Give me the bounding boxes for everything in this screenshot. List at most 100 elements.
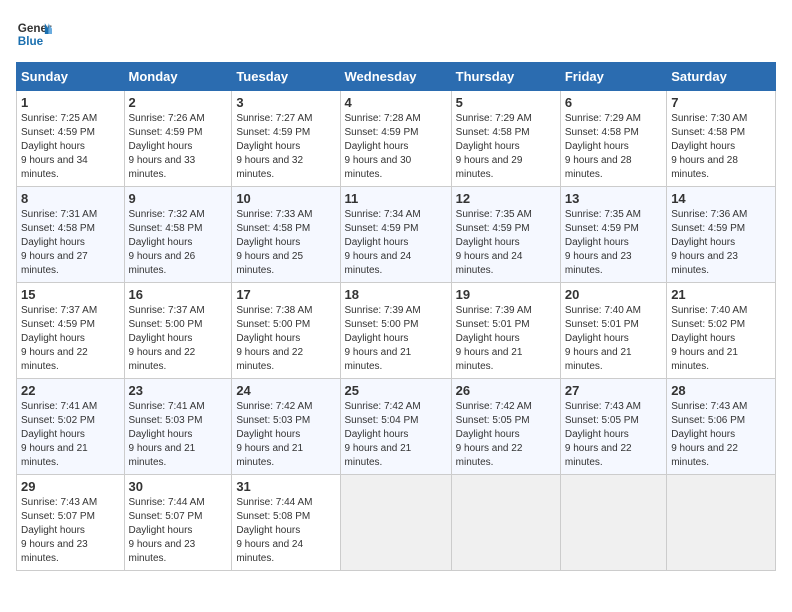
calendar-week-4: 22 Sunrise: 7:41 AMSunset: 5:02 PMDaylig… <box>17 379 776 475</box>
day-info: Sunrise: 7:35 AMSunset: 4:59 PMDaylight … <box>456 209 532 276</box>
day-info: Sunrise: 7:31 AMSunset: 4:58 PMDaylight … <box>21 209 97 276</box>
day-number: 11 <box>345 191 447 206</box>
day-number: 6 <box>565 95 662 110</box>
day-info: Sunrise: 7:32 AMSunset: 4:58 PMDaylight … <box>129 209 205 276</box>
column-header-thursday: Thursday <box>451 63 560 91</box>
calendar-cell: 21 Sunrise: 7:40 AMSunset: 5:02 PMDaylig… <box>667 283 776 379</box>
calendar-cell: 25 Sunrise: 7:42 AMSunset: 5:04 PMDaylig… <box>340 379 451 475</box>
calendar-cell: 3 Sunrise: 7:27 AMSunset: 4:59 PMDayligh… <box>232 91 340 187</box>
column-header-monday: Monday <box>124 63 232 91</box>
calendar-cell: 9 Sunrise: 7:32 AMSunset: 4:58 PMDayligh… <box>124 187 232 283</box>
calendar-cell: 7 Sunrise: 7:30 AMSunset: 4:58 PMDayligh… <box>667 91 776 187</box>
calendar-cell: 30 Sunrise: 7:44 AMSunset: 5:07 PMDaylig… <box>124 475 232 571</box>
day-info: Sunrise: 7:43 AMSunset: 5:06 PMDaylight … <box>671 401 747 468</box>
calendar-cell: 5 Sunrise: 7:29 AMSunset: 4:58 PMDayligh… <box>451 91 560 187</box>
calendar-cell: 11 Sunrise: 7:34 AMSunset: 4:59 PMDaylig… <box>340 187 451 283</box>
calendar-week-1: 1 Sunrise: 7:25 AMSunset: 4:59 PMDayligh… <box>17 91 776 187</box>
calendar-cell: 4 Sunrise: 7:28 AMSunset: 4:59 PMDayligh… <box>340 91 451 187</box>
calendar-cell: 2 Sunrise: 7:26 AMSunset: 4:59 PMDayligh… <box>124 91 232 187</box>
calendar-header: SundayMondayTuesdayWednesdayThursdayFrid… <box>17 63 776 91</box>
day-info: Sunrise: 7:36 AMSunset: 4:59 PMDaylight … <box>671 209 747 276</box>
calendar-cell: 27 Sunrise: 7:43 AMSunset: 5:05 PMDaylig… <box>560 379 666 475</box>
day-info: Sunrise: 7:42 AMSunset: 5:05 PMDaylight … <box>456 401 532 468</box>
day-number: 1 <box>21 95 120 110</box>
day-info: Sunrise: 7:39 AMSunset: 5:00 PMDaylight … <box>345 305 421 372</box>
calendar-cell: 16 Sunrise: 7:37 AMSunset: 5:00 PMDaylig… <box>124 283 232 379</box>
day-number: 23 <box>129 383 228 398</box>
day-info: Sunrise: 7:29 AMSunset: 4:58 PMDaylight … <box>565 113 641 180</box>
day-info: Sunrise: 7:27 AMSunset: 4:59 PMDaylight … <box>236 113 312 180</box>
day-number: 2 <box>129 95 228 110</box>
day-number: 16 <box>129 287 228 302</box>
day-number: 25 <box>345 383 447 398</box>
column-header-friday: Friday <box>560 63 666 91</box>
day-number: 24 <box>236 383 335 398</box>
day-info: Sunrise: 7:26 AMSunset: 4:59 PMDaylight … <box>129 113 205 180</box>
svg-text:Blue: Blue <box>18 35 44 48</box>
day-info: Sunrise: 7:42 AMSunset: 5:03 PMDaylight … <box>236 401 312 468</box>
calendar-cell: 15 Sunrise: 7:37 AMSunset: 4:59 PMDaylig… <box>17 283 125 379</box>
calendar-cell: 12 Sunrise: 7:35 AMSunset: 4:59 PMDaylig… <box>451 187 560 283</box>
day-info: Sunrise: 7:44 AMSunset: 5:07 PMDaylight … <box>129 497 205 564</box>
day-number: 26 <box>456 383 556 398</box>
day-info: Sunrise: 7:33 AMSunset: 4:58 PMDaylight … <box>236 209 312 276</box>
day-number: 22 <box>21 383 120 398</box>
day-info: Sunrise: 7:40 AMSunset: 5:02 PMDaylight … <box>671 305 747 372</box>
day-info: Sunrise: 7:30 AMSunset: 4:58 PMDaylight … <box>671 113 747 180</box>
day-number: 15 <box>21 287 120 302</box>
calendar-cell <box>667 475 776 571</box>
calendar-cell: 14 Sunrise: 7:36 AMSunset: 4:59 PMDaylig… <box>667 187 776 283</box>
day-number: 10 <box>236 191 335 206</box>
calendar-cell: 29 Sunrise: 7:43 AMSunset: 5:07 PMDaylig… <box>17 475 125 571</box>
calendar-cell <box>560 475 666 571</box>
calendar-cell: 24 Sunrise: 7:42 AMSunset: 5:03 PMDaylig… <box>232 379 340 475</box>
day-number: 20 <box>565 287 662 302</box>
calendar-week-2: 8 Sunrise: 7:31 AMSunset: 4:58 PMDayligh… <box>17 187 776 283</box>
column-header-tuesday: Tuesday <box>232 63 340 91</box>
calendar-cell: 19 Sunrise: 7:39 AMSunset: 5:01 PMDaylig… <box>451 283 560 379</box>
calendar-cell: 22 Sunrise: 7:41 AMSunset: 5:02 PMDaylig… <box>17 379 125 475</box>
calendar-cell: 8 Sunrise: 7:31 AMSunset: 4:58 PMDayligh… <box>17 187 125 283</box>
calendar-cell: 17 Sunrise: 7:38 AMSunset: 5:00 PMDaylig… <box>232 283 340 379</box>
day-number: 5 <box>456 95 556 110</box>
calendar-cell: 1 Sunrise: 7:25 AMSunset: 4:59 PMDayligh… <box>17 91 125 187</box>
logo-icon: General Blue <box>16 16 52 52</box>
day-number: 3 <box>236 95 335 110</box>
day-number: 19 <box>456 287 556 302</box>
day-info: Sunrise: 7:37 AMSunset: 4:59 PMDaylight … <box>21 305 97 372</box>
calendar-week-5: 29 Sunrise: 7:43 AMSunset: 5:07 PMDaylig… <box>17 475 776 571</box>
day-number: 8 <box>21 191 120 206</box>
calendar-table: SundayMondayTuesdayWednesdayThursdayFrid… <box>16 62 776 571</box>
day-number: 18 <box>345 287 447 302</box>
day-info: Sunrise: 7:38 AMSunset: 5:00 PMDaylight … <box>236 305 312 372</box>
day-info: Sunrise: 7:43 AMSunset: 5:05 PMDaylight … <box>565 401 641 468</box>
day-info: Sunrise: 7:40 AMSunset: 5:01 PMDaylight … <box>565 305 641 372</box>
calendar-cell: 13 Sunrise: 7:35 AMSunset: 4:59 PMDaylig… <box>560 187 666 283</box>
day-number: 30 <box>129 479 228 494</box>
logo: General Blue <box>16 16 52 52</box>
calendar-cell: 18 Sunrise: 7:39 AMSunset: 5:00 PMDaylig… <box>340 283 451 379</box>
day-number: 13 <box>565 191 662 206</box>
day-info: Sunrise: 7:41 AMSunset: 5:03 PMDaylight … <box>129 401 205 468</box>
day-info: Sunrise: 7:28 AMSunset: 4:59 PMDaylight … <box>345 113 421 180</box>
day-number: 21 <box>671 287 771 302</box>
day-number: 29 <box>21 479 120 494</box>
day-number: 9 <box>129 191 228 206</box>
column-header-sunday: Sunday <box>17 63 125 91</box>
calendar-cell: 10 Sunrise: 7:33 AMSunset: 4:58 PMDaylig… <box>232 187 340 283</box>
header: General Blue <box>16 16 776 52</box>
day-number: 28 <box>671 383 771 398</box>
day-number: 12 <box>456 191 556 206</box>
day-info: Sunrise: 7:41 AMSunset: 5:02 PMDaylight … <box>21 401 97 468</box>
day-number: 27 <box>565 383 662 398</box>
day-info: Sunrise: 7:34 AMSunset: 4:59 PMDaylight … <box>345 209 421 276</box>
day-info: Sunrise: 7:42 AMSunset: 5:04 PMDaylight … <box>345 401 421 468</box>
day-info: Sunrise: 7:43 AMSunset: 5:07 PMDaylight … <box>21 497 97 564</box>
column-header-wednesday: Wednesday <box>340 63 451 91</box>
day-info: Sunrise: 7:37 AMSunset: 5:00 PMDaylight … <box>129 305 205 372</box>
day-info: Sunrise: 7:29 AMSunset: 4:58 PMDaylight … <box>456 113 532 180</box>
calendar-cell: 6 Sunrise: 7:29 AMSunset: 4:58 PMDayligh… <box>560 91 666 187</box>
day-info: Sunrise: 7:35 AMSunset: 4:59 PMDaylight … <box>565 209 641 276</box>
day-number: 14 <box>671 191 771 206</box>
day-number: 7 <box>671 95 771 110</box>
